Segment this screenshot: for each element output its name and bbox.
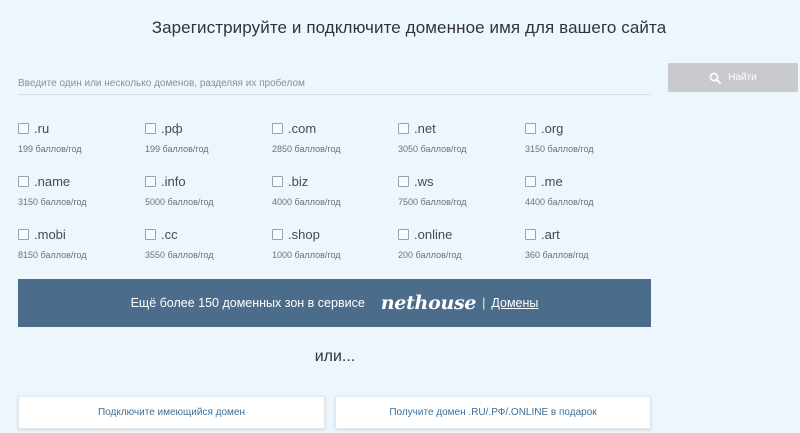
zone-price: 199 баллов/год: [18, 144, 82, 154]
zone-checkbox[interactable]: [398, 175, 409, 187]
zone-price: 3150 баллов/год: [525, 144, 594, 154]
zone-name: .ru: [34, 120, 50, 136]
zone-price: 199 баллов/год: [145, 144, 209, 154]
zone-name: .mobi: [34, 226, 66, 242]
domain-search-input[interactable]: [18, 72, 651, 95]
zone-checkbox-row[interactable]: .ws: [398, 173, 508, 189]
zone-name: .рф: [161, 120, 183, 136]
zone-item-mobi: .mobi 8150 баллов/год: [18, 226, 128, 266]
search-button[interactable]: Найти: [668, 63, 798, 92]
search-icon: [709, 72, 722, 84]
page-title: Зарегистрируйте и подключите доменное им…: [151, 18, 667, 37]
zone-item-art: .art 360 баллов/год: [525, 226, 635, 266]
banner-text: Ещё более 150 доменных зон в сервисе: [130, 296, 365, 310]
zone-price: 5000 баллов/год: [145, 197, 214, 207]
zone-checkbox[interactable]: [272, 122, 283, 134]
zone-item-info: .info 5000 баллов/год: [145, 173, 255, 213]
zone-name: .org: [541, 120, 564, 136]
zone-checkbox[interactable]: [18, 228, 29, 240]
zone-name: .ws: [414, 173, 434, 189]
zone-item-name: .name 3150 баллов/год: [18, 173, 128, 213]
zone-name: .art: [541, 226, 560, 242]
connect-existing-domain-button[interactable]: Подключите имеющийся домен: [18, 396, 325, 429]
zone-price: 360 баллов/год: [525, 250, 589, 260]
domain-registration-page: Зарегистрируйте и подключите доменное им…: [0, 0, 800, 433]
zone-checkbox-row[interactable]: .shop: [272, 226, 382, 242]
zone-checkbox-row[interactable]: .com: [272, 120, 382, 136]
zone-checkbox[interactable]: [145, 175, 156, 187]
zone-price: 3050 баллов/год: [398, 144, 467, 154]
zone-checkbox-row[interactable]: .name: [18, 173, 128, 189]
zone-price: 2850 баллов/год: [272, 144, 341, 154]
zone-price: 4400 баллов/год: [525, 197, 594, 207]
zone-checkbox-row[interactable]: .mobi: [18, 226, 128, 242]
zone-item-org: .org 3150 баллов/год: [525, 120, 635, 160]
zone-checkbox-row[interactable]: .me: [525, 173, 635, 189]
zone-checkbox[interactable]: [272, 175, 283, 187]
zone-price: 7500 баллов/год: [398, 197, 467, 207]
zone-checkbox-row[interactable]: .art: [525, 226, 635, 242]
zone-item-me: .me 4400 баллов/год: [525, 173, 635, 213]
zone-checkbox-row[interactable]: .biz: [272, 173, 382, 189]
zone-item-cc: .cc 3550 баллов/год: [145, 226, 255, 266]
zone-name: .net: [414, 120, 436, 136]
domains-link[interactable]: Домены: [491, 296, 538, 310]
zone-checkbox[interactable]: [525, 175, 536, 187]
zone-checkbox[interactable]: [18, 122, 29, 134]
zone-price: 1000 баллов/год: [272, 250, 341, 260]
zone-item-com: .com 2850 баллов/год: [272, 120, 382, 160]
zone-item-ws: .ws 7500 баллов/год: [398, 173, 508, 213]
zone-price: 3550 баллов/год: [145, 250, 214, 260]
or-divider-text: или...: [314, 348, 356, 365]
zone-item-biz: .biz 4000 баллов/год: [272, 173, 382, 213]
zone-checkbox[interactable]: [145, 122, 156, 134]
nethouse-logo: nethouse: [380, 292, 477, 314]
zone-name: .online: [414, 226, 453, 242]
zone-name: .cc: [161, 226, 178, 242]
zone-checkbox[interactable]: [525, 228, 536, 240]
zone-checkbox-row[interactable]: .рф: [145, 120, 255, 136]
zone-price: 4000 баллов/год: [272, 197, 341, 207]
zone-item-net: .net 3050 баллов/год: [398, 120, 508, 160]
zone-name: .shop: [288, 226, 320, 242]
zone-checkbox-row[interactable]: .ru: [18, 120, 128, 136]
zone-item-rf: .рф 199 баллов/год: [145, 120, 255, 160]
zone-checkbox-row[interactable]: .org: [525, 120, 635, 136]
zone-price: 3150 баллов/год: [18, 197, 87, 207]
zone-checkbox-row[interactable]: .net: [398, 120, 508, 136]
zone-checkbox-row[interactable]: .cc: [145, 226, 255, 242]
zone-item-ru: .ru 199 баллов/год: [18, 120, 128, 160]
zone-checkbox[interactable]: [525, 122, 536, 134]
zone-checkbox-row[interactable]: .online: [398, 226, 508, 242]
zone-item-shop: .shop 1000 баллов/год: [272, 226, 382, 266]
zone-checkbox[interactable]: [398, 228, 409, 240]
zone-checkbox[interactable]: [272, 228, 283, 240]
zone-price: 200 баллов/год: [398, 250, 462, 260]
zone-name: .biz: [288, 173, 309, 189]
zone-name: .info: [161, 173, 186, 189]
more-zones-banner: Ещё более 150 доменных зон в сервисе net…: [18, 279, 651, 327]
zone-price: 8150 баллов/год: [18, 250, 87, 260]
search-button-label: Найти: [728, 72, 757, 83]
banner-separator: |: [482, 296, 486, 310]
zone-item-online: .online 200 баллов/год: [398, 226, 508, 266]
get-gift-domain-button[interactable]: Получите домен .RU/.РФ/.ONLINE в подарок: [335, 396, 651, 429]
zone-checkbox[interactable]: [18, 175, 29, 187]
zone-name: .com: [288, 120, 317, 136]
zone-name: .name: [34, 173, 71, 189]
zone-checkbox[interactable]: [398, 122, 409, 134]
zone-checkbox[interactable]: [145, 228, 156, 240]
zone-checkbox-row[interactable]: .info: [145, 173, 255, 189]
zone-name: .me: [541, 173, 563, 189]
